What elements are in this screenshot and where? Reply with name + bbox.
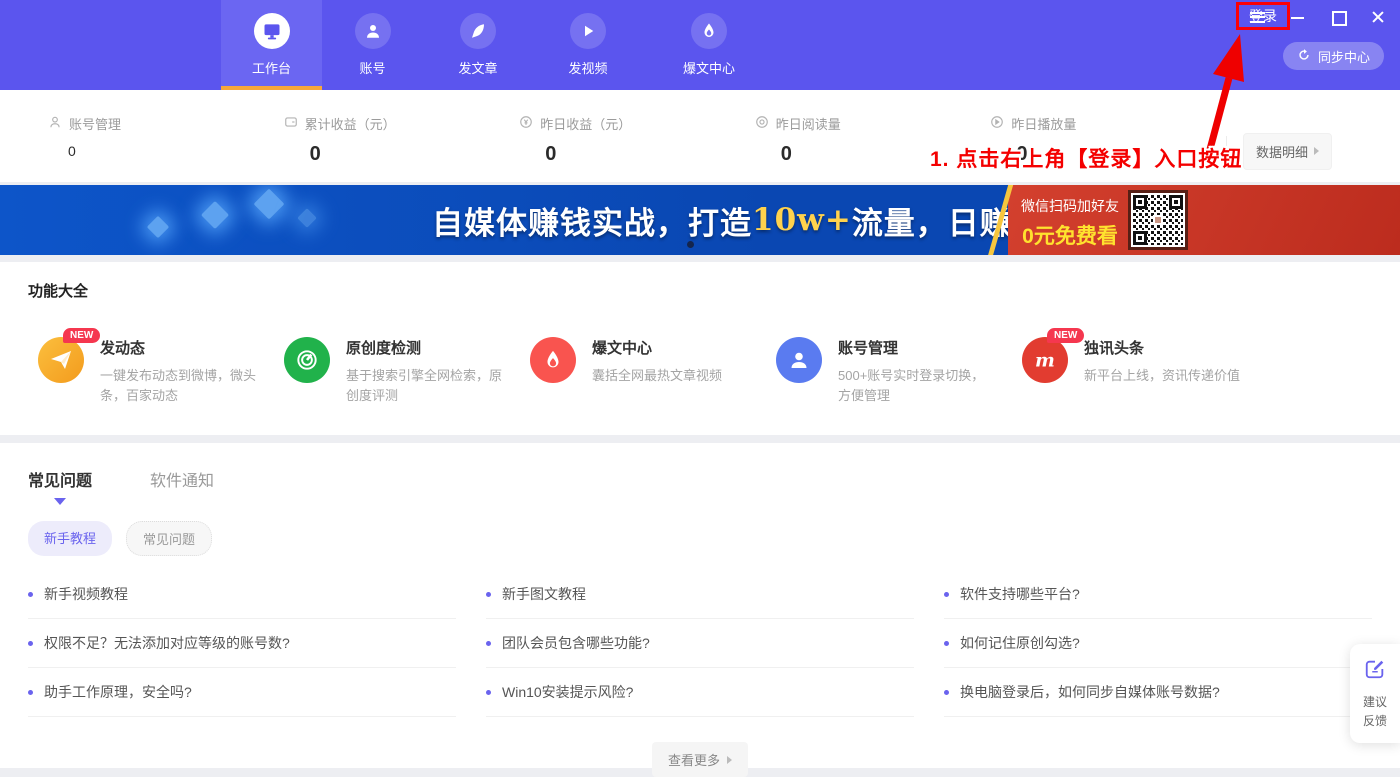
- feature-duxun-headlines[interactable]: m NEW 独讯头条 新平台上线，资讯传递价值: [1022, 337, 1268, 406]
- sync-center-label: 同步中心: [1318, 47, 1370, 66]
- user-icon: [776, 337, 822, 383]
- close-icon[interactable]: [1370, 9, 1386, 25]
- annotation-step-text: 1. 点击右上角【登录】入口按钮: [930, 143, 1242, 173]
- features-title: 功能大全: [28, 280, 1372, 301]
- window-controls: [1250, 7, 1386, 27]
- new-badge: NEW: [1047, 328, 1084, 343]
- faq-item[interactable]: Win10安装提示风险?: [486, 668, 914, 717]
- chevron-right-icon: [1314, 147, 1319, 155]
- bullet-icon: [944, 690, 949, 695]
- stat-account-management: 账号管理 0: [48, 114, 284, 182]
- stat-yesterday-income: 昨日收益（元） 0: [519, 114, 755, 182]
- read-circle-icon: [755, 115, 769, 132]
- bullet-icon: [28, 690, 33, 695]
- chevron-right-icon: [727, 756, 732, 764]
- carousel-dot[interactable]: [687, 241, 694, 248]
- bullet-icon: [486, 690, 491, 695]
- banner-promo: 微信扫码加好友 0元免费看: [1012, 196, 1128, 250]
- banner-decor: [297, 208, 317, 228]
- feature-account-management[interactable]: 账号管理 500+账号实时登录切换，方便管理: [776, 337, 1022, 406]
- active-tab-caret-icon: [54, 498, 66, 505]
- feather-icon: [460, 13, 496, 49]
- news-m-icon: m NEW: [1022, 337, 1068, 383]
- bullet-icon: [28, 592, 33, 597]
- filter-common-questions[interactable]: 常见问题: [126, 521, 212, 556]
- sync-center-button[interactable]: 同步中心: [1283, 42, 1384, 70]
- feature-originality-check[interactable]: 原创度检测 基于搜索引擎全网检索，原创度评测: [284, 337, 530, 406]
- faq-tab-software-notices[interactable]: 软件通知: [150, 467, 214, 505]
- nav-tab-label: 发文章: [458, 58, 497, 77]
- feature-hot-center[interactable]: 爆文中心 囊括全网最热文章视频: [530, 337, 776, 406]
- stat-value: 0: [545, 143, 755, 166]
- gauge-icon: [284, 337, 330, 383]
- wallet-icon: [284, 115, 298, 132]
- faq-item[interactable]: 软件支持哪些平台?: [944, 570, 1372, 619]
- faq-item[interactable]: 助手工作原理，安全吗?: [28, 668, 456, 717]
- maximize-icon[interactable]: [1330, 9, 1346, 25]
- nav-tab-publish-article[interactable]: 发文章: [423, 0, 533, 90]
- faq-item[interactable]: 新手视频教程: [28, 570, 456, 619]
- nav-tab-label: 爆文中心: [683, 58, 735, 77]
- play-circle-icon: [990, 115, 1004, 132]
- bullet-icon: [944, 592, 949, 597]
- banner-decor: [201, 201, 229, 229]
- app-header: 工作台 账号 发文章 发视频 爆文中心 登录: [0, 0, 1400, 90]
- features-section: 功能大全 NEW 发动态 一键发布动态到微博，微头条，百家动态 原创度检测 基于…: [0, 262, 1400, 435]
- flame-icon: [691, 13, 727, 49]
- stat-value: 0: [310, 143, 520, 166]
- bullet-icon: [28, 641, 33, 646]
- faq-section: 常见问题 软件通知 新手教程 常见问题 新手视频教程 权限不足？无法添加对应等级…: [0, 443, 1400, 768]
- nav-tab-label: 发视频: [568, 58, 607, 77]
- monitor-icon: [254, 13, 290, 49]
- view-more-button[interactable]: 查看更多: [652, 742, 748, 777]
- feedback-label-1: 建议: [1350, 693, 1400, 712]
- yen-circle-icon: [519, 115, 533, 132]
- faq-item[interactable]: 如何记住原创勾选?: [944, 619, 1372, 668]
- nav-tab-workbench[interactable]: 工作台: [221, 0, 322, 90]
- feature-post-moments[interactable]: NEW 发动态 一键发布动态到微博，微头条，百家动态: [38, 337, 284, 406]
- stat-total-income: 累计收益（元） 0: [284, 114, 520, 182]
- menu-icon[interactable]: [1250, 9, 1266, 25]
- faq-item[interactable]: 换电脑登录后，如何同步自媒体账号数据?: [944, 668, 1372, 717]
- banner-decor: [147, 216, 170, 239]
- nav-tab-label: 账号: [359, 58, 385, 77]
- faq-item[interactable]: 团队会员包含哪些功能?: [486, 619, 914, 668]
- filter-beginner-tutorial[interactable]: 新手教程: [28, 521, 112, 556]
- user-icon: [355, 13, 391, 49]
- paper-plane-icon: NEW: [38, 337, 84, 383]
- qr-code: [1128, 190, 1188, 250]
- promo-line1: 微信扫码加好友: [1012, 196, 1128, 216]
- nav-tab-accounts[interactable]: 账号: [322, 0, 423, 90]
- promo-line2: 0元免费看: [1012, 220, 1128, 250]
- bullet-icon: [486, 641, 491, 646]
- stat-value: 0: [68, 143, 284, 159]
- edit-icon: [1364, 667, 1386, 684]
- flame-icon: [530, 337, 576, 383]
- svg-text:m: m: [1035, 349, 1055, 371]
- new-badge: NEW: [63, 328, 100, 343]
- minimize-icon[interactable]: [1290, 9, 1306, 25]
- nav-tab-label: 工作台: [252, 58, 291, 77]
- feedback-label-2: 反馈: [1350, 712, 1400, 731]
- faq-tab-common-questions[interactable]: 常见问题: [28, 467, 92, 505]
- video-icon: [570, 13, 606, 49]
- feedback-button[interactable]: 建议 反馈: [1350, 644, 1400, 743]
- refresh-icon: [1297, 48, 1311, 65]
- promo-banner[interactable]: 自媒体赚钱实战，打造10w+流量，日赚500+高收益玩法 微信扫码加好友 0元免…: [0, 185, 1400, 255]
- faq-item[interactable]: 权限不足？无法添加对应等级的账号数?: [28, 619, 456, 668]
- bullet-icon: [486, 592, 491, 597]
- main-nav: 工作台 账号 发文章 发视频 爆文中心: [221, 0, 775, 90]
- user-outline-icon: [48, 115, 62, 132]
- banner-decor: [253, 188, 284, 219]
- nav-tab-hot-center[interactable]: 爆文中心: [643, 0, 775, 90]
- nav-tab-publish-video[interactable]: 发视频: [533, 0, 643, 90]
- faq-item[interactable]: 新手图文教程: [486, 570, 914, 619]
- bullet-icon: [944, 641, 949, 646]
- data-detail-button[interactable]: 数据明细: [1243, 133, 1332, 170]
